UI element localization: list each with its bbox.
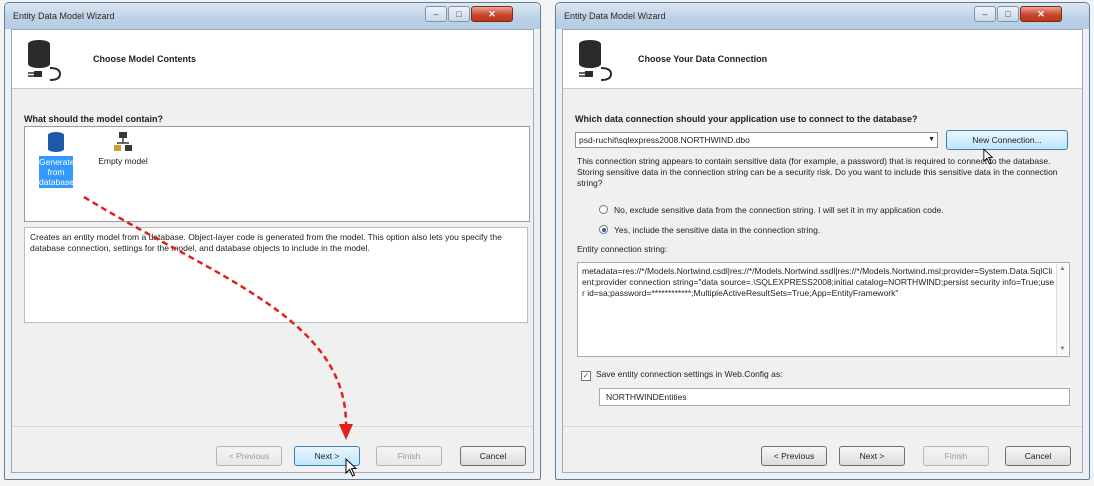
next-button[interactable]: Next > bbox=[839, 446, 905, 466]
radio-yes-row[interactable]: Yes, include the sensitive data in the c… bbox=[599, 224, 820, 236]
radio-yes-label: Yes, include the sensitive data in the c… bbox=[614, 225, 821, 235]
radio-yes[interactable] bbox=[599, 225, 608, 234]
vertical-scrollbar[interactable]: ▲ ▼ bbox=[1056, 264, 1068, 355]
radio-no[interactable] bbox=[599, 205, 608, 214]
right-titlebar: Entity Data Model Wizard – □ ✕ bbox=[556, 3, 1089, 29]
database-connector-icon bbox=[579, 40, 613, 81]
save-settings-checkbox[interactable]: ✓ bbox=[581, 371, 591, 381]
minimize-icon[interactable]: – bbox=[974, 6, 996, 22]
cancel-button[interactable]: Cancel bbox=[1005, 446, 1071, 466]
connection-question: Which data connection should your applic… bbox=[575, 114, 918, 124]
save-settings-label: Save entity connection settings in Web.C… bbox=[596, 369, 783, 379]
entity-connection-string-textarea[interactable]: metadata=res://*/Models.Nortwind.csdl|re… bbox=[577, 262, 1070, 357]
right-window-title: Entity Data Model Wizard bbox=[564, 11, 666, 21]
entity-connection-label: Entity connection string: bbox=[577, 244, 668, 254]
connection-select[interactable]: psd-ruchit\sqlexpress2008.NORTHWIND.dbo … bbox=[575, 132, 938, 148]
sensitive-data-text: This connection string appears to contai… bbox=[577, 156, 1058, 188]
right-header: Choose Your Data Connection bbox=[563, 30, 1082, 89]
radio-no-label: No, exclude sensitive data from the conn… bbox=[614, 205, 944, 215]
radio-no-row[interactable]: No, exclude sensitive data from the conn… bbox=[599, 204, 944, 216]
connection-select-value: psd-ruchit\sqlexpress2008.NORTHWIND.dbo bbox=[579, 135, 750, 145]
mouse-cursor-icon bbox=[983, 148, 994, 165]
finish-button[interactable]: Finish bbox=[923, 446, 989, 466]
entities-name-input[interactable]: NORTHWINDEntities bbox=[599, 388, 1070, 406]
chevron-down-icon: ▼ bbox=[928, 136, 935, 143]
entity-connection-string: metadata=res://*/Models.Nortwind.csdl|re… bbox=[582, 266, 1055, 298]
right-client-area: Choose Your Data Connection Which data c… bbox=[562, 29, 1083, 473]
save-settings-row[interactable]: ✓ Save entity connection settings in Web.… bbox=[581, 368, 782, 381]
right-footer-divider bbox=[563, 426, 1082, 427]
close-icon[interactable]: ✕ bbox=[1020, 6, 1062, 22]
page-title: Choose Your Data Connection bbox=[638, 54, 768, 64]
right-wizard-window: Entity Data Model Wizard – □ ✕ Choose Yo… bbox=[555, 2, 1090, 480]
previous-button[interactable]: < Previous bbox=[761, 446, 827, 466]
new-connection-button[interactable]: New Connection... bbox=[946, 130, 1068, 150]
maximize-icon[interactable]: □ bbox=[997, 6, 1019, 22]
